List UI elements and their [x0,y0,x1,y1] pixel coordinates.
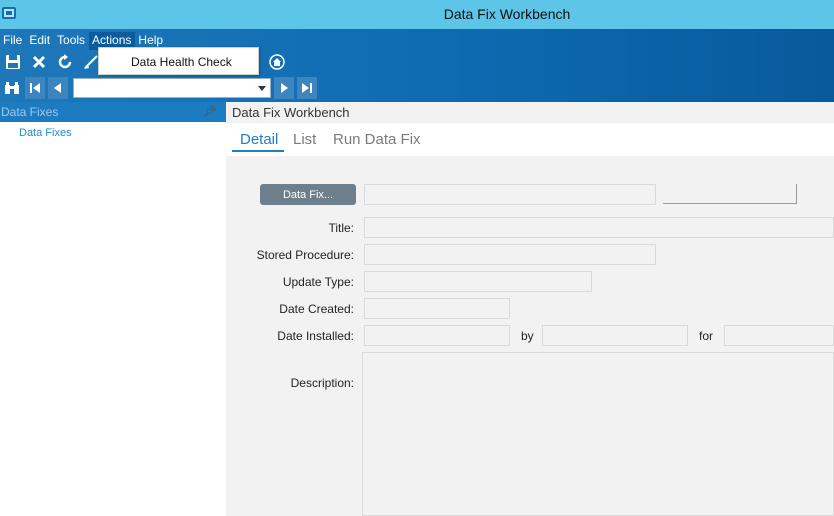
menu-item-data-health-check[interactable]: Data Health Check [131,55,232,69]
description-field[interactable] [362,352,834,516]
home-icon[interactable] [266,52,288,72]
tab-run-data-fix[interactable]: Run Data Fix [333,131,421,148]
installed-for-field[interactable] [724,325,834,346]
left-panel: Data Fixes 📌︎ Data Fixes [0,102,226,516]
date-installed-field[interactable] [364,325,510,346]
installed-by-field[interactable] [542,325,688,346]
title-bar: Data Fix Workbench [0,0,834,29]
chevron-down-icon[interactable] [258,86,266,91]
by-label: by [521,329,534,343]
left-panel-header: Data Fixes 📌︎ [0,102,226,122]
tab-list[interactable]: List [293,131,316,148]
date-created-field[interactable] [364,298,510,319]
description-label: Description: [290,376,354,390]
stored-procedure-field[interactable] [364,244,656,265]
date-created-label: Date Created: [279,302,354,316]
tree-item-data-fixes[interactable]: Data Fixes [19,127,72,139]
next-record-icon[interactable] [274,77,294,99]
content-header: Data Fix Workbench [226,102,834,123]
data-fix-button[interactable]: Data Fix... [260,184,356,205]
first-record-icon[interactable] [25,77,45,99]
binoculars-icon[interactable] [2,77,22,99]
tab-detail[interactable]: Detail [240,131,278,148]
navigation-toolbar [2,77,320,99]
main-toolbar [2,52,106,72]
date-installed-label: Date Installed: [277,329,354,343]
menu-edit[interactable]: Edit [26,32,54,50]
menu-file[interactable]: File [0,32,26,50]
tab-bar: Detail List Run Data Fix [226,123,834,156]
left-panel-title: Data Fixes [1,105,59,119]
content-title: Data Fix Workbench [232,105,350,120]
title-field[interactable] [364,217,834,238]
save-icon[interactable] [2,52,24,72]
menu-tools[interactable]: Tools [54,32,89,50]
last-record-icon[interactable] [297,77,317,99]
for-label: for [699,329,714,343]
update-type-label: Update Type: [282,275,354,289]
record-combo[interactable] [73,78,271,98]
data-fix-field[interactable] [364,184,656,205]
detail-form: Data Fix... Title: Stored Procedure: Upd… [226,156,834,516]
actions-dropdown: Data Health Check [98,47,259,75]
pin-icon[interactable]: 📌︎ [203,105,217,118]
data-fix-secondary-field[interactable] [663,184,797,204]
active-tab-indicator [232,150,284,152]
update-type-field[interactable] [364,271,592,292]
window-title: Data Fix Workbench [443,6,571,22]
refresh-icon[interactable] [54,52,76,72]
previous-record-icon[interactable] [48,77,68,99]
stored-procedure-label: Stored Procedure: [256,248,354,262]
delete-icon[interactable] [28,52,50,72]
title-label: Title: [328,221,354,235]
